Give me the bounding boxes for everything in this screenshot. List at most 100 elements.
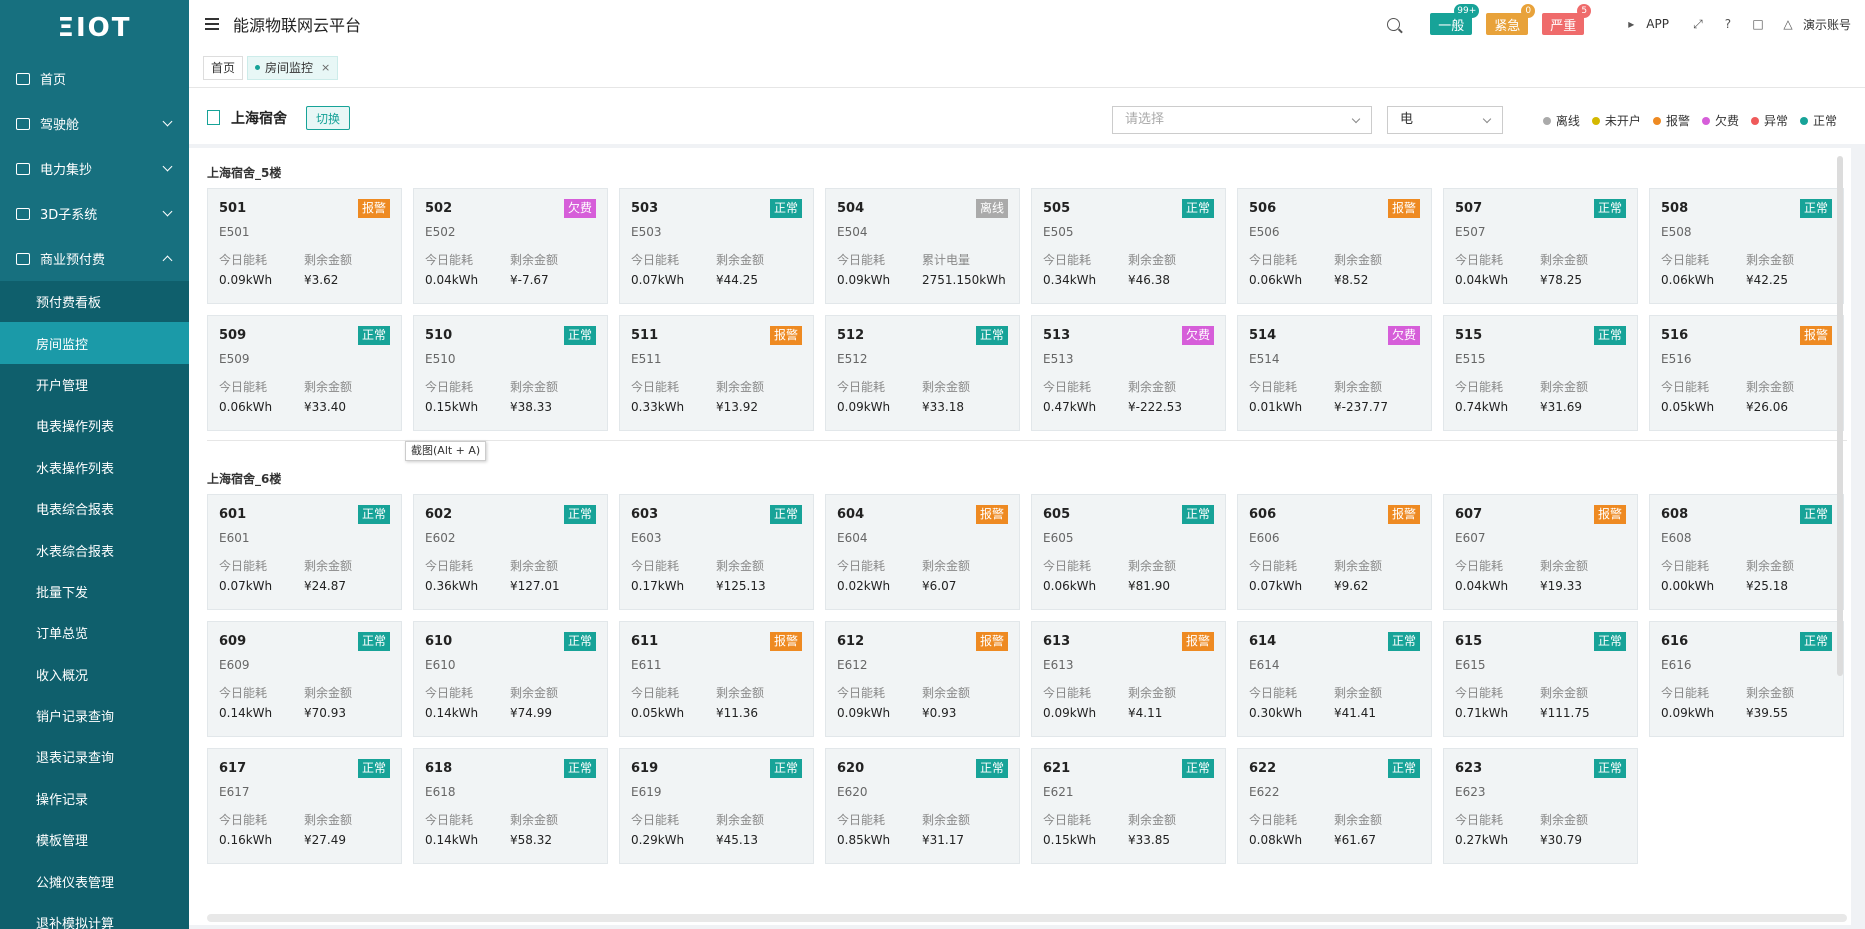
- energy-value: 0.85kWh: [837, 833, 891, 847]
- balance-label: 剩余金额: [716, 813, 765, 827]
- room-card[interactable]: 503 正常 E503 今日能耗 剩余金额 0.07kWh ¥44.25: [619, 188, 814, 304]
- status-badge: 正常: [1593, 759, 1626, 778]
- submenu-item-12[interactable]: 操作记录: [0, 778, 189, 819]
- app-link[interactable]: APP: [1646, 17, 1669, 31]
- room-card[interactable]: 609 正常 E609 今日能耗 剩余金额 0.14kWh ¥70.93: [207, 621, 402, 737]
- close-icon[interactable]: ×: [321, 61, 330, 74]
- status-badge: 正常: [975, 759, 1008, 778]
- submenu-item-10[interactable]: 销户记录查询: [0, 695, 189, 736]
- room-card[interactable]: 513 欠费 E513 今日能耗 剩余金额 0.47kWh ¥-222.53: [1031, 315, 1226, 431]
- room-card[interactable]: 510 正常 E510 今日能耗 剩余金额 0.15kWh ¥38.33: [413, 315, 608, 431]
- room-card[interactable]: 606 报警 E606 今日能耗 剩余金额 0.07kWh ¥9.62: [1237, 494, 1432, 610]
- room-card[interactable]: 607 报警 E607 今日能耗 剩余金额 0.04kWh ¥19.33: [1443, 494, 1638, 610]
- submenu-item-5[interactable]: 电表综合报表: [0, 488, 189, 529]
- switch-building-button[interactable]: 切换: [306, 106, 351, 130]
- balance-label: 剩余金额: [304, 559, 353, 573]
- status-badge: 正常: [769, 505, 802, 524]
- balance-value: ¥3.62: [304, 273, 339, 287]
- balance-value: ¥31.69: [1540, 400, 1582, 414]
- room-card[interactable]: 506 报警 E506 今日能耗 剩余金额 0.06kWh ¥8.52: [1237, 188, 1432, 304]
- room-card[interactable]: 608 正常 E608 今日能耗 剩余金额 0.00kWh ¥25.18: [1649, 494, 1844, 610]
- alert-button-1[interactable]: 紧急 0: [1486, 4, 1536, 35]
- tab-room-monitor[interactable]: 房间监控 ×: [247, 55, 339, 80]
- room-card[interactable]: 507 正常 E507 今日能耗 剩余金额 0.04kWh ¥78.25: [1443, 188, 1638, 304]
- room-card[interactable]: 504 离线 E504 今日能耗 累计电量 0.09kWh 2751.150kWh: [825, 188, 1020, 304]
- help-icon[interactable]: ?: [1721, 17, 1735, 31]
- submenu-item-15[interactable]: 退补模拟计算: [0, 902, 189, 929]
- balance-value: ¥-7.67: [510, 273, 549, 287]
- room-card[interactable]: 617 正常 E617 今日能耗 剩余金额 0.16kWh ¥27.49: [207, 748, 402, 864]
- room-card[interactable]: 601 正常 E601 今日能耗 剩余金额 0.07kWh ¥24.87: [207, 494, 402, 610]
- room-card[interactable]: 514 欠费 E514 今日能耗 剩余金额 0.01kWh ¥-237.77: [1237, 315, 1432, 431]
- room-card[interactable]: 501 报警 E501 今日能耗 剩余金额 0.09kWh ¥3.62: [207, 188, 402, 304]
- room-card[interactable]: 611 报警 E611 今日能耗 剩余金额 0.05kWh ¥11.36: [619, 621, 814, 737]
- meter-type-select[interactable]: 电: [1387, 106, 1503, 134]
- room-card[interactable]: 613 报警 E613 今日能耗 剩余金额 0.09kWh ¥4.11: [1031, 621, 1226, 737]
- submenu-item-2[interactable]: 开户管理: [0, 364, 189, 405]
- mute-icon[interactable]: ▸: [1624, 17, 1638, 31]
- room-card[interactable]: 508 正常 E508 今日能耗 剩余金额 0.06kWh ¥42.25: [1649, 188, 1844, 304]
- alert-button-0[interactable]: 一般 99+: [1430, 4, 1480, 35]
- submenu-item-9[interactable]: 收入概况: [0, 654, 189, 695]
- room-card[interactable]: 612 报警 E612 今日能耗 剩余金额 0.09kWh ¥0.93: [825, 621, 1020, 737]
- sidebar-item-1[interactable]: 驾驶舱: [0, 101, 189, 146]
- submenu-item-6[interactable]: 水表综合报表: [0, 529, 189, 570]
- room-card[interactable]: 619 正常 E619 今日能耗 剩余金额 0.29kWh ¥45.13: [619, 748, 814, 864]
- submenu-item-8[interactable]: 订单总览: [0, 612, 189, 653]
- meter-code: E504: [837, 225, 868, 239]
- translate-icon[interactable]: □: [1751, 17, 1765, 31]
- room-card[interactable]: 604 报警 E604 今日能耗 剩余金额 0.02kWh ¥6.07: [825, 494, 1020, 610]
- room-card[interactable]: 614 正常 E614 今日能耗 剩余金额 0.30kWh ¥41.41: [1237, 621, 1432, 737]
- sidebar-item-2[interactable]: 电力集抄: [0, 146, 189, 191]
- search-icon[interactable]: [1387, 17, 1401, 31]
- room-card[interactable]: 621 正常 E621 今日能耗 剩余金额 0.15kWh ¥33.85: [1031, 748, 1226, 864]
- room-card[interactable]: 515 正常 E515 今日能耗 剩余金额 0.74kWh ¥31.69: [1443, 315, 1638, 431]
- balance-label: 剩余金额: [1746, 686, 1795, 700]
- submenu-item-7[interactable]: 批量下发: [0, 571, 189, 612]
- submenu-item-3[interactable]: 电表操作列表: [0, 405, 189, 446]
- select-dropdown[interactable]: 请选择: [1112, 106, 1372, 134]
- app-logo[interactable]: ΞIOT: [0, 0, 189, 56]
- submenu-item-0[interactable]: 预付费看板: [0, 281, 189, 322]
- room-number: 611: [631, 634, 659, 649]
- submenu-item-1[interactable]: 房间监控: [0, 322, 189, 364]
- sidebar-item-3[interactable]: 3D子系统: [0, 191, 189, 236]
- tab-home[interactable]: 首页: [203, 55, 244, 80]
- meter-code: E612: [837, 658, 868, 672]
- chevron-down-icon: [1351, 114, 1361, 124]
- sidebar-item-0[interactable]: 首页: [0, 56, 189, 101]
- submenu-item-11[interactable]: 退表记录查询: [0, 736, 189, 777]
- sidebar-item-4[interactable]: 商业预付费: [0, 236, 189, 281]
- energy-label: 今日能耗: [1249, 380, 1298, 394]
- room-card[interactable]: 602 正常 E602 今日能耗 剩余金额 0.36kWh ¥127.01: [413, 494, 608, 610]
- status-badge: 正常: [563, 632, 596, 651]
- room-card[interactable]: 618 正常 E618 今日能耗 剩余金额 0.14kWh ¥58.32: [413, 748, 608, 864]
- room-card[interactable]: 603 正常 E603 今日能耗 剩余金额 0.17kWh ¥125.13: [619, 494, 814, 610]
- room-card[interactable]: 509 正常 E509 今日能耗 剩余金额 0.06kWh ¥33.40: [207, 315, 402, 431]
- submenu-item-14[interactable]: 公摊仪表管理: [0, 860, 189, 901]
- room-card[interactable]: 605 正常 E605 今日能耗 剩余金额 0.06kWh ¥81.90: [1031, 494, 1226, 610]
- room-card[interactable]: 511 报警 E511 今日能耗 剩余金额 0.33kWh ¥13.92: [619, 315, 814, 431]
- alert-button-2[interactable]: 严重 5: [1542, 4, 1592, 35]
- room-card[interactable]: 610 正常 E610 今日能耗 剩余金额 0.14kWh ¥74.99: [413, 621, 608, 737]
- submenu-item-4[interactable]: 水表操作列表: [0, 447, 189, 488]
- submenu-item-13[interactable]: 模板管理: [0, 819, 189, 860]
- room-card[interactable]: 505 正常 E505 今日能耗 剩余金额 0.34kWh ¥46.38: [1031, 188, 1226, 304]
- horizontal-scrollbar[interactable]: [207, 914, 1847, 922]
- menu-toggle-icon[interactable]: [205, 18, 219, 30]
- room-card[interactable]: 502 欠费 E502 今日能耗 剩余金额 0.04kWh ¥-7.67: [413, 188, 608, 304]
- room-card[interactable]: 620 正常 E620 今日能耗 剩余金额 0.85kWh ¥31.17: [825, 748, 1020, 864]
- room-card[interactable]: 615 正常 E615 今日能耗 剩余金额 0.71kWh ¥111.75: [1443, 621, 1638, 737]
- room-card[interactable]: 512 正常 E512 今日能耗 剩余金额 0.09kWh ¥33.18: [825, 315, 1020, 431]
- fullscreen-icon[interactable]: ⤢: [1691, 17, 1705, 31]
- meter-code: E503: [631, 225, 662, 239]
- theme-icon[interactable]: △: [1781, 17, 1795, 31]
- vertical-scrollbar[interactable]: [1837, 156, 1843, 676]
- room-card[interactable]: 623 正常 E623 今日能耗 剩余金额 0.27kWh ¥30.79: [1443, 748, 1638, 864]
- account-name[interactable]: 演示账号: [1803, 16, 1851, 33]
- energy-label: 今日能耗: [1661, 559, 1710, 573]
- balance-value: ¥-222.53: [1128, 400, 1182, 414]
- room-card[interactable]: 622 正常 E622 今日能耗 剩余金额 0.08kWh ¥61.67: [1237, 748, 1432, 864]
- room-card[interactable]: 516 报警 E516 今日能耗 剩余金额 0.05kWh ¥26.06: [1649, 315, 1844, 431]
- room-card[interactable]: 616 正常 E616 今日能耗 剩余金额 0.09kWh ¥39.55: [1649, 621, 1844, 737]
